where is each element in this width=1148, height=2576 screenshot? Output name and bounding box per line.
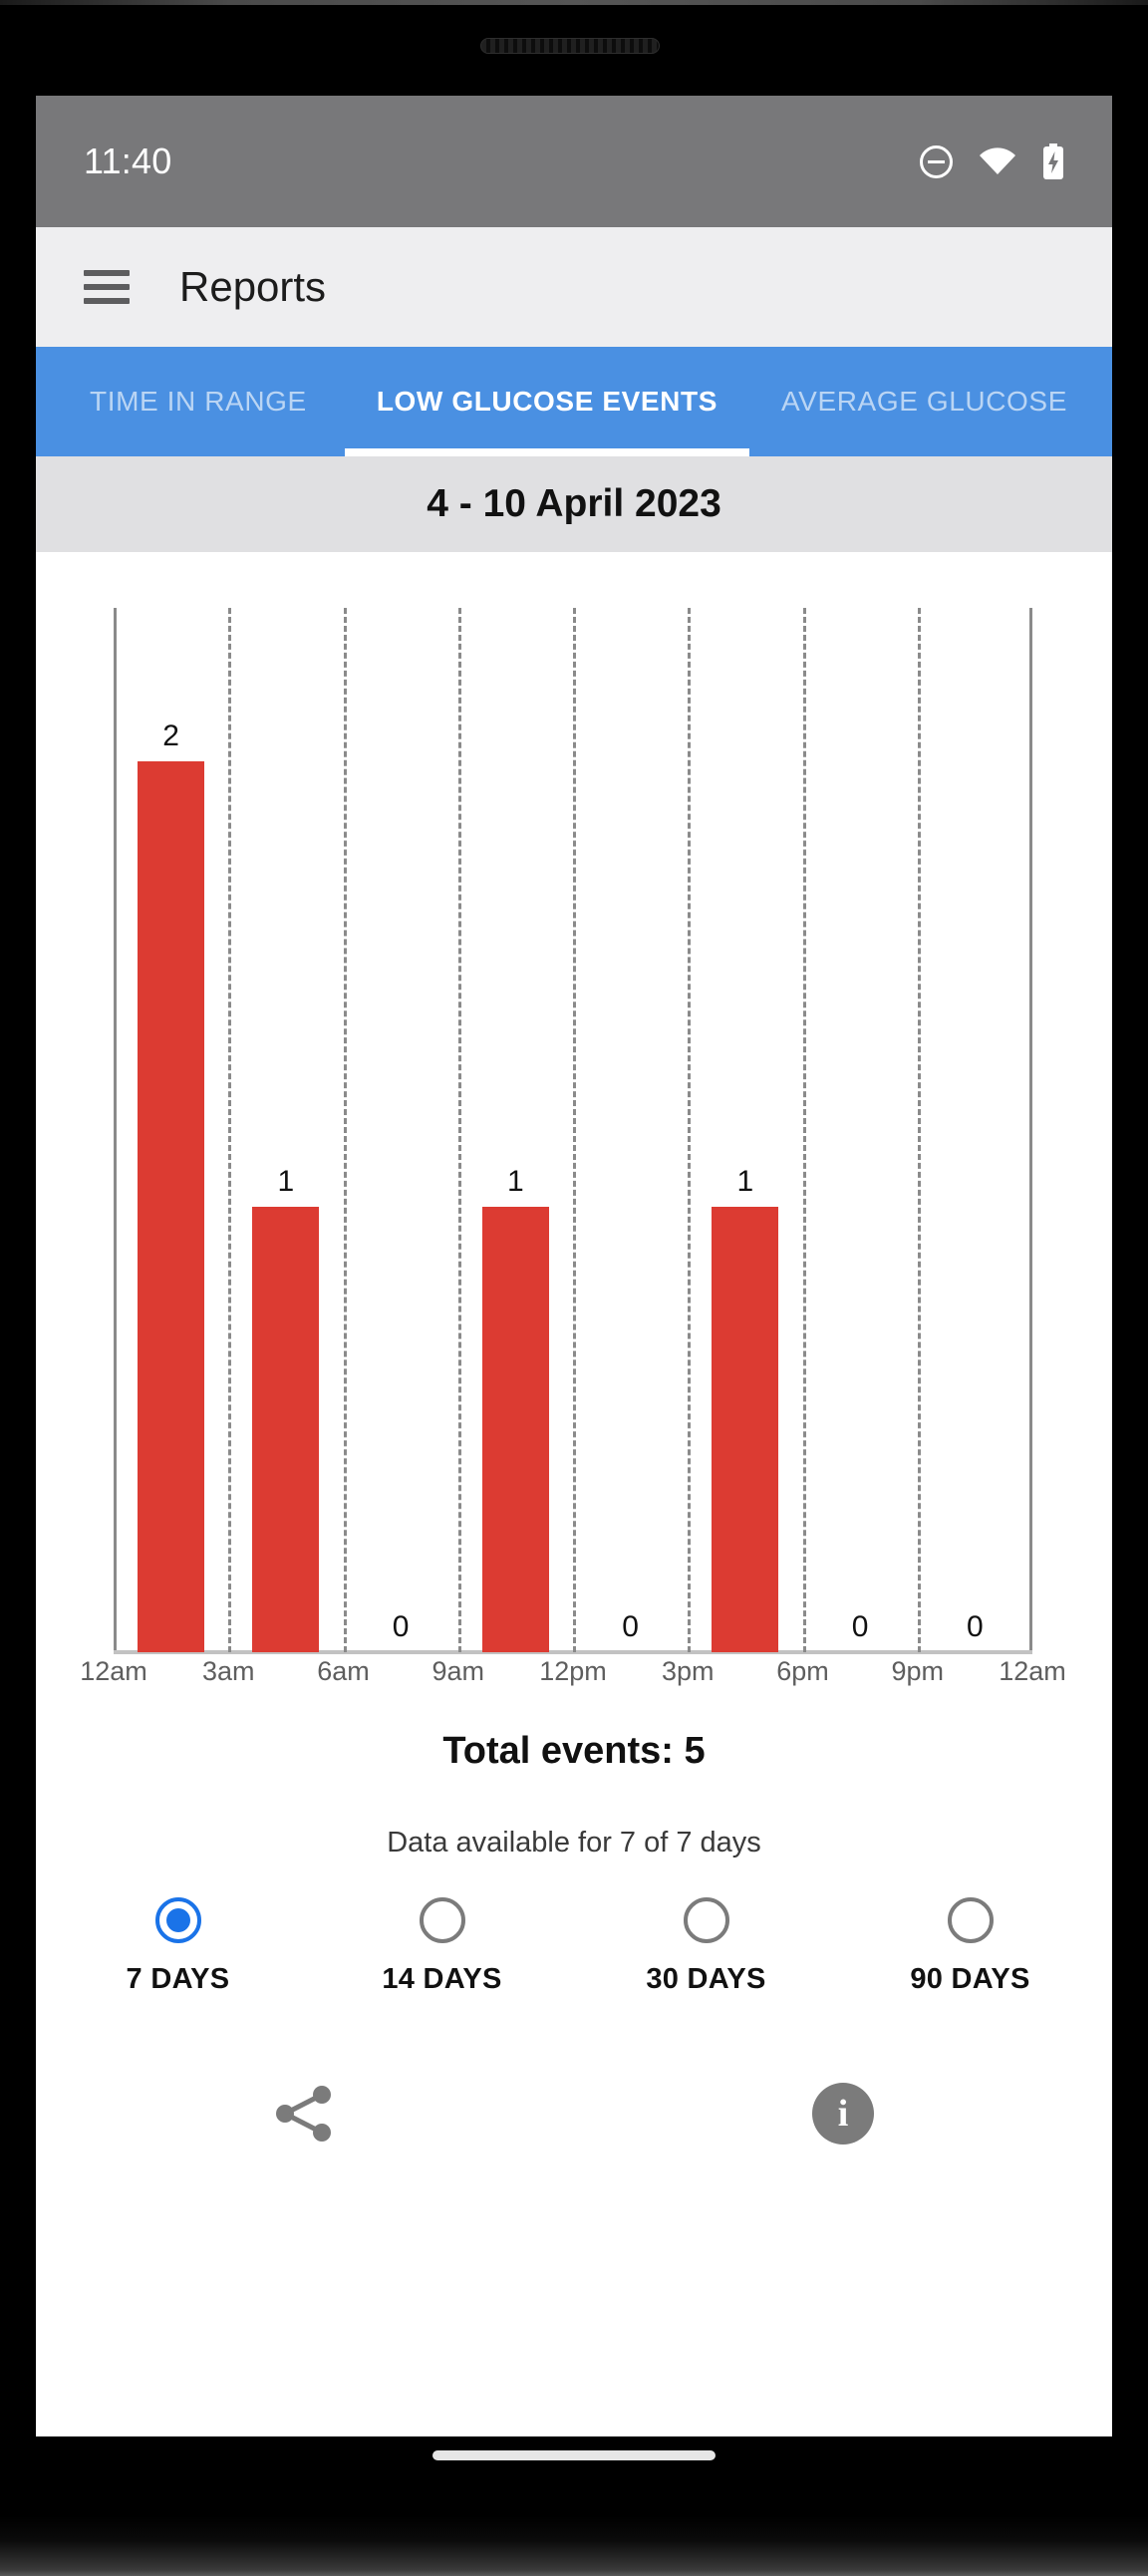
tab-time-in-range[interactable]: TIME IN RANGE xyxy=(36,347,345,456)
chart-bar-value-label: 0 xyxy=(967,1610,984,1643)
phone-screen: 11:40 Reports TIME IN RANGE LOW GLUCOSE … xyxy=(36,96,1112,2436)
chart-bar-value-label: 0 xyxy=(622,1610,639,1643)
chart-bar-slot[interactable]: 0 xyxy=(368,606,434,1652)
chart-bar-slot[interactable]: 0 xyxy=(597,606,664,1652)
chart-bar-slot[interactable]: 1 xyxy=(252,606,320,1652)
range-option-14-days[interactable]: 14 DAYS xyxy=(310,1897,574,1996)
chart-x-tick-label: 3pm xyxy=(661,1656,715,1686)
chart-gridline xyxy=(457,608,461,1652)
info-icon[interactable]: i xyxy=(812,2083,874,2145)
chart-bar-value-label: 2 xyxy=(162,719,179,753)
status-bar-icons xyxy=(920,143,1064,179)
range-option-label: 90 DAYS xyxy=(910,1963,1030,1995)
radio-button[interactable] xyxy=(154,1897,201,1943)
chart-x-tick-label: 12pm xyxy=(539,1656,607,1686)
page-title: Reports xyxy=(179,263,327,310)
chart-gridline xyxy=(688,608,692,1652)
chart-gridline xyxy=(917,608,921,1652)
date-range-header: 4 - 10 April 2023 xyxy=(36,456,1112,552)
chart-y-axis xyxy=(114,608,117,1654)
chart-gridline xyxy=(573,608,576,1652)
chart-right-axis xyxy=(1029,608,1032,1654)
frame-bottom-edge xyxy=(0,2516,1148,2576)
chart-x-tick-labels: 12am 3am 6am 9am 12pm 3pm 6pm 9pm 12am xyxy=(80,1656,1066,1700)
total-events-label: Total events: 5 xyxy=(442,1730,706,1772)
radio-button[interactable] xyxy=(947,1897,994,1943)
range-option-90-days[interactable]: 90 DAYS xyxy=(838,1897,1102,1996)
status-bar-clock: 11:40 xyxy=(84,141,172,181)
do-not-disturb-icon xyxy=(920,144,953,178)
chart-bar-value-label: 1 xyxy=(736,1165,754,1199)
earpiece-speaker xyxy=(480,38,660,54)
chart-bar-value-label: 1 xyxy=(507,1165,524,1199)
share-cell xyxy=(36,2079,574,2148)
chart-bar[interactable] xyxy=(252,1207,320,1652)
chart-x-tick-label: 12am xyxy=(80,1656,147,1686)
menu-line xyxy=(84,284,130,290)
tab-bar: TIME IN RANGE LOW GLUCOSE EVENTS AVERAGE… xyxy=(36,347,1112,456)
chart-x-tick-label: 3am xyxy=(201,1656,255,1686)
chart-bar[interactable] xyxy=(712,1207,779,1652)
chart-bar-slot[interactable]: 1 xyxy=(481,606,549,1652)
low-glucose-events-chart: 2 1 0 1 0 1 0 0 12am 3am 6am 9am 12pm 3pm 6pm 9pm 12am xyxy=(36,608,1112,1700)
range-option-label: 7 DAYS xyxy=(126,1963,230,1995)
chart-bar-slot[interactable]: 2 xyxy=(138,606,205,1652)
chart-bar-value-label: 0 xyxy=(392,1610,410,1643)
range-option-label: 14 DAYS xyxy=(382,1963,502,1995)
menu-line xyxy=(84,270,130,276)
range-option-30-days[interactable]: 30 DAYS xyxy=(574,1897,838,1996)
status-bar: 11:40 xyxy=(36,96,1112,227)
wifi-icon xyxy=(979,147,1016,175)
tab-low-glucose-events[interactable]: LOW GLUCOSE EVENTS xyxy=(344,347,750,456)
chart-gridline xyxy=(802,608,806,1652)
chart-card: 2 1 0 1 0 1 0 0 12am 3am 6am 9am 12pm 3pm 6pm 9pm 12am xyxy=(36,608,1112,1700)
chart-bar-slot[interactable]: 1 xyxy=(712,606,779,1652)
chart-plot-area: 2 1 0 1 0 1 0 0 xyxy=(114,608,1032,1654)
footer-actions: i xyxy=(36,2054,1112,2173)
menu-line xyxy=(84,298,130,304)
chart-bar[interactable] xyxy=(138,761,205,1652)
chart-x-tick-label: 9pm xyxy=(891,1656,945,1686)
chart-x-tick-label: 6pm xyxy=(776,1656,829,1686)
date-range-label: 4 - 10 April 2023 xyxy=(427,482,721,525)
battery-charging-icon xyxy=(1042,143,1064,179)
frame-top-edge xyxy=(0,0,1148,5)
chart-x-tick-label: 12am xyxy=(999,1656,1066,1686)
range-option-7-days[interactable]: 7 DAYS xyxy=(46,1897,310,1996)
app-bar: Reports xyxy=(36,227,1112,347)
chart-bar-slot[interactable]: 0 xyxy=(942,606,1008,1652)
info-glyph: i xyxy=(837,2093,849,2135)
chart-bar-value-label: 0 xyxy=(851,1610,869,1643)
chart-x-tick-label: 9am xyxy=(431,1656,485,1686)
chart-bar-value-label: 1 xyxy=(277,1165,295,1199)
tab-average-glucose[interactable]: AVERAGE GLUCOSE xyxy=(749,347,1099,456)
phone-frame: 11:40 Reports TIME IN RANGE LOW GLUCOSE … xyxy=(0,0,1148,2576)
range-selector: 7 DAYS 14 DAYS 30 DAYS 90 DAYS xyxy=(36,1897,1112,1996)
chart-gridline xyxy=(228,608,232,1652)
data-available-label: Data available for 7 of 7 days xyxy=(387,1827,761,1859)
chart-gridline xyxy=(343,608,347,1652)
info-cell: i xyxy=(574,2083,1112,2145)
share-icon[interactable] xyxy=(270,2079,340,2148)
radio-button[interactable] xyxy=(419,1897,465,1943)
radio-button[interactable] xyxy=(683,1897,729,1943)
chart-bar-slot[interactable]: 0 xyxy=(827,606,894,1652)
hamburger-menu-icon[interactable] xyxy=(84,270,130,304)
chart-bar[interactable] xyxy=(481,1207,549,1652)
chart-x-tick-label: 6am xyxy=(317,1656,370,1686)
range-option-label: 30 DAYS xyxy=(646,1963,766,1995)
home-indicator[interactable] xyxy=(432,2450,716,2460)
